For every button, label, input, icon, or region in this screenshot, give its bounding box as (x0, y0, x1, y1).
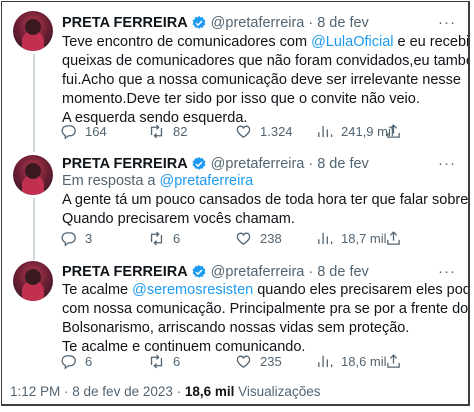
tweet-text: Em resposta a @pretaferreira A gente tá … (62, 172, 470, 229)
reply-to-link[interactable]: @pretaferreira (160, 173, 254, 189)
mention-link[interactable]: @seremosresisten (132, 282, 253, 298)
retweet-button[interactable]: 82 (148, 123, 187, 140)
post-date[interactable]: 8 de fev de 2023 (72, 384, 173, 399)
reply-count: 164 (85, 124, 107, 139)
reply-context: Em resposta a @pretaferreira (62, 173, 254, 189)
views-button[interactable]: 18,7 mil (316, 230, 387, 247)
more-icon[interactable]: ··· (438, 264, 456, 279)
author-name[interactable]: PRETA FERREIRA (62, 263, 188, 281)
views-icon (318, 125, 333, 138)
tweet-actions: 3 6 238 18,7 mil (60, 230, 420, 250)
retweet-icon (150, 354, 163, 369)
verified-badge-icon (191, 15, 207, 31)
views-label: Visualizações (234, 384, 321, 399)
like-button[interactable]: 238 (235, 230, 282, 247)
reply-button[interactable]: 164 (60, 123, 107, 140)
views-button[interactable]: 241,9 mil (316, 123, 394, 140)
reply-icon (61, 232, 76, 247)
avatar[interactable] (13, 155, 53, 195)
tweet-line: com nossa comunicação. Principalmente pr… (62, 301, 469, 317)
author-handle[interactable]: @pretaferreira (211, 155, 305, 173)
tweet-footer: 1:12 PM · 8 de fev de 2023 · 18,6 mil Vi… (10, 384, 320, 399)
tweet-date[interactable]: 8 de fev (317, 14, 369, 32)
tweet-text: Teve encontro de comunicadores com @Lula… (62, 33, 470, 128)
thread-line (33, 54, 35, 152)
separator-dot: · (60, 384, 73, 399)
author-handle[interactable]: @pretaferreira (211, 14, 305, 32)
retweet-icon (150, 231, 163, 246)
retweet-button[interactable]: 6 (148, 230, 180, 247)
tweet-line: Teve encontro de comunicadores com @Lula… (62, 34, 470, 50)
like-icon (236, 125, 251, 138)
author-name[interactable]: PRETA FERREIRA (62, 155, 188, 173)
reply-icon (61, 125, 76, 140)
like-button[interactable]: 235 (235, 353, 282, 370)
views-icon (318, 355, 333, 368)
tweet-date[interactable]: 8 de fev (317, 263, 369, 281)
retweet-icon (150, 124, 163, 139)
tweet-line: momento.Deve ter sido por isso que o con… (62, 91, 420, 107)
tweet-line: Te acalme @seremosresisten quando eles p… (62, 282, 468, 298)
separator-dot: · (308, 264, 314, 280)
reply-count: 6 (85, 354, 93, 369)
share-icon (387, 231, 400, 245)
share-button[interactable] (385, 230, 402, 252)
tweet-line: Bolsonarismo, arriscando nossas vidas se… (62, 320, 410, 336)
author-name[interactable]: PRETA FERREIRA (62, 14, 188, 32)
tweet-text: Te acalme @seremosresisten quando eles p… (62, 281, 469, 357)
tweet-2[interactable]: PRETA FERREIRA @pretaferreira · 8 de fev… (2, 150, 470, 260)
views-count: 18,7 mil (341, 231, 387, 246)
like-icon (236, 355, 251, 368)
author-handle[interactable]: @pretaferreira (211, 263, 305, 281)
tweet-line: queixas de comunicadores que não foram c… (62, 53, 470, 69)
tweet-line: Quando precisarem vocês chamam. (62, 211, 295, 227)
tweet-1[interactable]: PRETA FERREIRA @pretaferreira · 8 de fev… (2, 2, 468, 152)
verified-badge-icon (191, 264, 207, 280)
tweet-line: A gente tá um pouco cansados de toda hor… (62, 192, 470, 208)
post-time[interactable]: 1:12 PM (10, 384, 60, 399)
like-count: 1.324 (260, 124, 293, 139)
like-count: 238 (260, 231, 282, 246)
thread-line (33, 198, 35, 260)
like-button[interactable]: 1.324 (235, 123, 293, 140)
reply-icon (61, 355, 76, 370)
retweet-count: 6 (173, 231, 181, 246)
separator-dot: · (308, 15, 314, 31)
avatar[interactable] (13, 261, 53, 301)
retweet-count: 6 (173, 354, 181, 369)
like-icon (236, 232, 251, 245)
retweet-count: 82 (173, 124, 188, 139)
more-icon[interactable]: ··· (438, 156, 456, 171)
share-button[interactable] (385, 353, 402, 375)
reply-button[interactable]: 3 (60, 230, 92, 247)
verified-badge-icon (191, 156, 207, 172)
views-button[interactable]: 18,6 mil (316, 353, 387, 370)
mention-link[interactable]: @LulaOficial (311, 34, 393, 50)
tweet-date[interactable]: 8 de fev (317, 155, 369, 173)
share-button[interactable] (385, 123, 402, 145)
views-icon (318, 232, 333, 245)
share-icon (387, 124, 400, 138)
retweet-button[interactable]: 6 (148, 353, 180, 370)
tweet-line: fui.Acho que a nossa comunicação deve se… (62, 72, 461, 88)
share-icon (387, 354, 400, 368)
tweet-thread-screenshot: PRETA FERREIRA @pretaferreira · 8 de fev… (1, 1, 470, 406)
separator-dot: · (172, 384, 185, 399)
reply-button[interactable]: 6 (60, 353, 92, 370)
views-count: 18,6 mil (341, 354, 387, 369)
avatar[interactable] (13, 11, 53, 51)
tweet-3[interactable]: PRETA FERREIRA @pretaferreira · 8 de fev… (2, 257, 468, 379)
separator-dot: · (308, 156, 314, 172)
tweet-actions: 6 6 235 18,6 mil (60, 353, 420, 373)
views-total: 18,6 mil (184, 384, 235, 399)
more-icon[interactable]: ··· (438, 15, 456, 30)
tweet-actions: 164 82 1.324 241,9 mil (60, 123, 420, 143)
like-count: 235 (260, 354, 282, 369)
reply-count: 3 (85, 231, 93, 246)
